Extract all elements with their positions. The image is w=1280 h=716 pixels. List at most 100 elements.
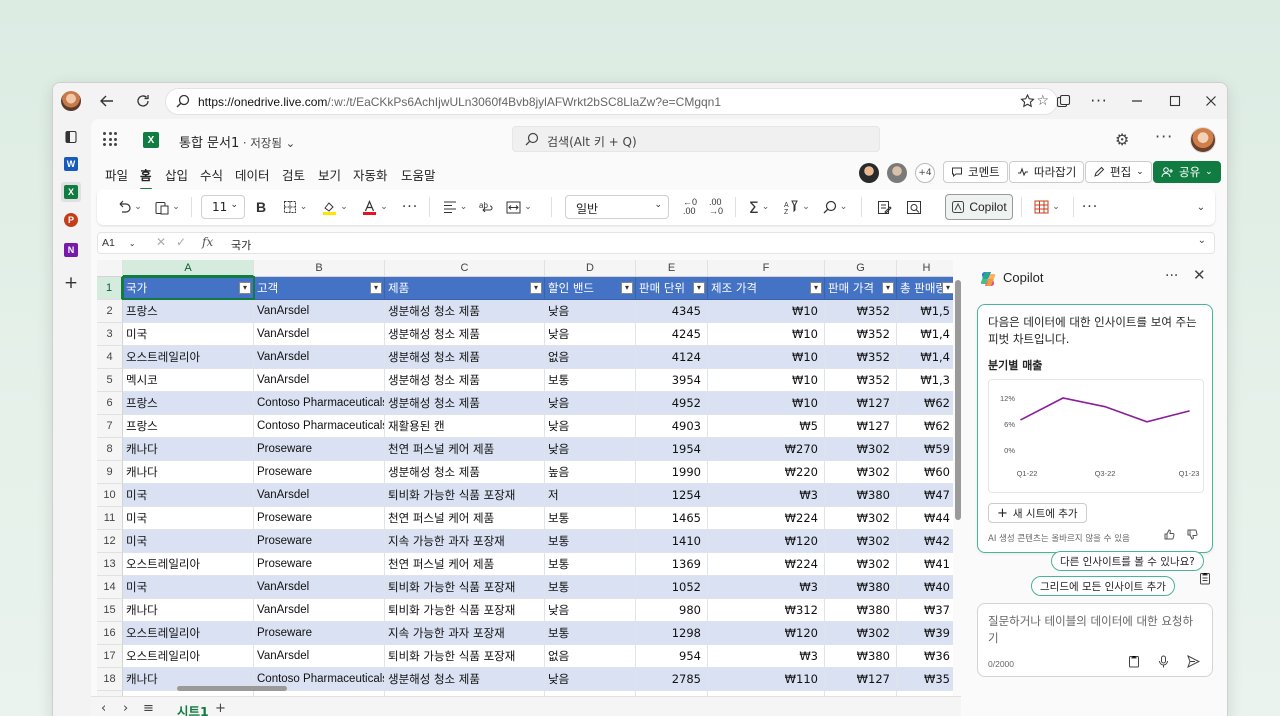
table-cell[interactable]: ₩302 (825, 622, 897, 645)
row-header[interactable]: 8 (97, 438, 123, 461)
minimize-icon[interactable] (1125, 89, 1149, 113)
row-header[interactable]: 7 (97, 415, 123, 438)
table-cell[interactable]: VanArsdel (254, 599, 385, 622)
table-cell[interactable]: ₩1,5 (897, 300, 953, 323)
share-button[interactable]: 공유 ⌄ (1153, 161, 1221, 183)
send-icon[interactable] (1187, 654, 1201, 672)
comments-button[interactable]: 코멘트 (943, 161, 1008, 183)
undo-icon[interactable]: ⌄ (109, 195, 149, 219)
table-cell[interactable]: 1990 (636, 461, 708, 484)
row-header[interactable]: 2 (97, 300, 123, 323)
column-header[interactable]: G (825, 260, 897, 277)
table-header-cell[interactable]: 제품 ▾ (385, 277, 545, 300)
table-cell[interactable]: ₩62 (897, 415, 953, 438)
table-cell[interactable]: VanArsdel (254, 346, 385, 369)
row-header[interactable]: 3 (97, 323, 123, 346)
table-cell[interactable]: ₩302 (825, 553, 897, 576)
formula-input[interactable]: 국가 (231, 237, 251, 253)
vertical-scrollbar[interactable] (953, 260, 963, 696)
table-cell[interactable]: ₩302 (825, 461, 897, 484)
more-collaborators-badge[interactable]: +4 (915, 163, 935, 183)
table-cell[interactable]: Proseware (254, 622, 385, 645)
table-cell[interactable]: Proseware (254, 507, 385, 530)
table-cell[interactable]: 1254 (636, 484, 708, 507)
tab-automate[interactable]: 자동화 (353, 165, 388, 184)
table-cell[interactable]: 보통 (545, 507, 636, 530)
table-cell[interactable]: 낮음 (545, 438, 636, 461)
copilot-button[interactable]: Copilot (945, 194, 1013, 220)
table-cell[interactable]: ₩10 (708, 369, 825, 392)
table-cell[interactable]: 퇴비화 가능한 식품 포장재 (385, 599, 545, 622)
filter-dropdown-icon[interactable]: ▾ (693, 282, 705, 294)
table-cell[interactable]: 낮음 (545, 415, 636, 438)
table-cell[interactable]: 오스트레일리아 (123, 346, 254, 369)
table-cell[interactable]: ₩220 (708, 461, 825, 484)
table-cell[interactable]: Contoso Pharmaceuticals (254, 392, 385, 415)
table-cell[interactable]: 4245 (636, 323, 708, 346)
table-cell[interactable]: 생분해성 청소 제품 (385, 323, 545, 346)
horizontal-scrollbar-thumb[interactable] (177, 686, 287, 691)
increase-decimal-icon[interactable]: .00 →0 (705, 195, 727, 219)
table-cell[interactable]: ₩224 (708, 553, 825, 576)
table-cell[interactable]: ₩352 (825, 346, 897, 369)
table-cell[interactable]: 4952 (636, 392, 708, 415)
table-cell[interactable]: 미국 (123, 530, 254, 553)
table-cell[interactable]: ₩110 (708, 668, 825, 691)
table-cell[interactable]: Proseware (254, 553, 385, 576)
table-cell[interactable]: ₩44 (897, 507, 953, 530)
table-cell[interactable]: 생분해성 청소 제품 (385, 369, 545, 392)
table-cell[interactable]: ₩3 (708, 576, 825, 599)
autosum-icon[interactable]: Σ ⌄ (743, 195, 775, 219)
column-header[interactable]: C (385, 260, 545, 277)
table-header-cell[interactable]: 판매 가격 ▾ (825, 277, 897, 300)
suggestion-add-all-insights[interactable]: 그리드에 모든 인사이트 추가 (1031, 576, 1175, 596)
copilot-more-icon[interactable]: ··· (1165, 268, 1178, 284)
select-all-corner[interactable] (97, 260, 123, 277)
table-cell[interactable]: ₩59 (897, 438, 953, 461)
table-cell[interactable]: 4124 (636, 346, 708, 369)
row-header[interactable]: 16 (97, 622, 123, 645)
table-cell[interactable]: 천연 퍼스널 케어 제품 (385, 507, 545, 530)
find-icon[interactable]: ⌄ (819, 195, 851, 219)
column-header[interactable]: H (897, 260, 953, 277)
table-cell[interactable]: VanArsdel (254, 645, 385, 668)
align-icon[interactable]: ⌄ (437, 195, 473, 219)
table-cell[interactable]: 멕시코 (123, 369, 254, 392)
table-cell[interactable]: 미국 (123, 484, 254, 507)
tab-formulas[interactable]: 수식 (200, 165, 223, 184)
table-cell[interactable]: ₩1,4 (897, 323, 953, 346)
catchup-button[interactable]: 따라잡기 (1009, 161, 1085, 183)
table-cell[interactable]: ₩127 (825, 415, 897, 438)
table-cell[interactable]: 생분해성 청소 제품 (385, 461, 545, 484)
filter-dropdown-icon[interactable]: ▾ (239, 282, 251, 294)
table-cell[interactable]: 퇴비화 가능한 식품 포장재 (385, 484, 545, 507)
table-cell[interactable]: ₩42 (897, 530, 953, 553)
table-cell[interactable]: ₩120 (708, 622, 825, 645)
close-window-icon[interactable] (1199, 89, 1223, 113)
bold-button[interactable]: B (251, 195, 271, 219)
sheet-tab[interactable]: 시트1 (169, 697, 217, 716)
table-cell[interactable]: ₩380 (825, 576, 897, 599)
table-cell[interactable]: 오스트레일리아 (123, 645, 254, 668)
table-cell[interactable]: 천연 퍼스널 케어 제품 (385, 438, 545, 461)
enter-check-icon[interactable]: ✓ (176, 235, 186, 249)
table-cell[interactable]: 저 (545, 484, 636, 507)
table-cell[interactable]: VanArsdel (254, 300, 385, 323)
table-cell[interactable]: ₩10 (708, 346, 825, 369)
table-cell[interactable]: 생분해성 청소 제품 (385, 346, 545, 369)
settings-gear-icon[interactable]: ⚙ (1115, 130, 1129, 149)
name-box[interactable]: A1 ⌄ (102, 237, 136, 249)
prev-sheet-icon[interactable]: ‹ (101, 701, 106, 716)
table-header-cell[interactable]: 고객 ▾ (254, 277, 385, 300)
table-cell[interactable]: 낮음 (545, 300, 636, 323)
tab-file[interactable]: 파일 (105, 165, 128, 184)
table-cell[interactable]: ₩352 (825, 323, 897, 346)
collaborator-avatar[interactable] (859, 163, 879, 183)
profile-avatar[interactable] (61, 91, 81, 111)
refresh-icon[interactable] (131, 89, 155, 113)
decrease-decimal-icon[interactable]: ←0.00 (679, 195, 701, 219)
table-cell[interactable]: 보통 (545, 553, 636, 576)
table-cell[interactable]: 보통 (545, 576, 636, 599)
column-header[interactable]: A (123, 260, 254, 277)
table-cell[interactable]: Proseware (254, 461, 385, 484)
